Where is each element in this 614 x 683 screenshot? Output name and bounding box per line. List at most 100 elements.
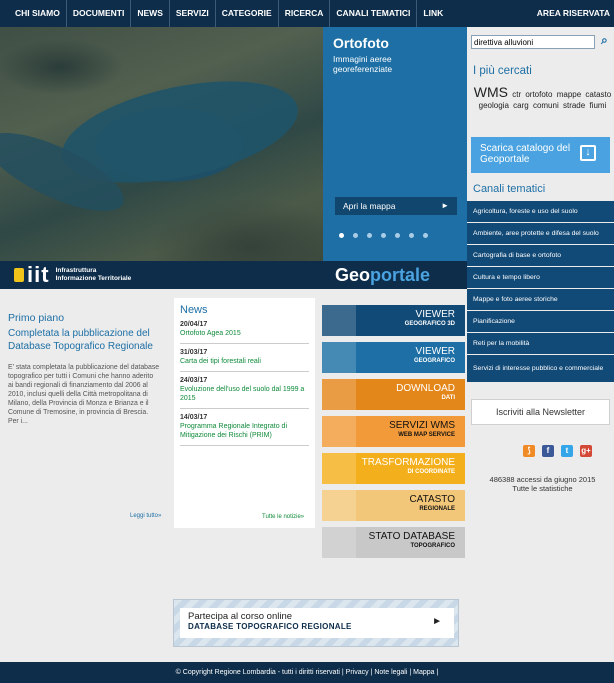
primo-piano-headline[interactable]: Completata la pubblicazione del Database… [8, 327, 170, 353]
channel-item[interactable]: Pianificazione [467, 311, 614, 333]
channel-item[interactable]: Servizi di interesse pubblico e commerci… [467, 355, 614, 383]
nav-ricerca[interactable]: RICERCA [279, 0, 331, 27]
cadastre-icon [322, 490, 356, 521]
top-navigation: CHI SIAMO DOCUMENTI NEWS SERVIZI CATEGOR… [0, 0, 614, 27]
tag-link[interactable]: carg [513, 101, 529, 110]
service-tile[interactable]: TRASFORMAZIONE DI COORDINATE [322, 453, 465, 484]
open-map-button[interactable]: Apri la mappa ► [335, 197, 457, 215]
viewer3d-icon [322, 305, 356, 336]
pin-icon [322, 416, 356, 447]
arrow-right-icon: ► [441, 201, 449, 210]
service-tile[interactable]: CATASTO REGIONALE [322, 490, 465, 521]
tag-link[interactable]: mappe [557, 90, 581, 99]
carousel-dot[interactable] [395, 233, 400, 238]
download-catalog-label: Scarica catalogo del Geoportale [480, 143, 571, 165]
tag-link[interactable]: ortofoto [525, 90, 552, 99]
tag-link[interactable]: catasto [585, 90, 611, 99]
news-link[interactable]: Ortofoto Agea 2015 [180, 329, 309, 338]
statistics-link[interactable]: Tutte le statistiche [471, 484, 614, 493]
channel-item[interactable]: Agricoltura, foreste e uso del suolo [467, 201, 614, 223]
thematic-channels-title: Canali tematici [473, 183, 546, 195]
download-tile-icon [322, 379, 356, 410]
carousel-dot[interactable] [353, 233, 358, 238]
news-date: 31/03/17 [180, 349, 208, 356]
nav-area-riservata[interactable]: AREA RISERVATA [537, 0, 614, 27]
carousel-dot[interactable] [423, 233, 428, 238]
page: CHI SIAMO DOCUMENTI NEWS SERVIZI CATEGOR… [0, 0, 614, 683]
news-item: 31/03/17 Carta dei tipi forestali reali [180, 344, 309, 372]
news-title: News [180, 304, 208, 316]
tag-link[interactable]: fiumi [589, 101, 606, 110]
service-tile[interactable]: SERVIZI WMS WEB MAP SERVICE [322, 416, 465, 447]
iit-caption: Infrastruttura Informazione Territoriale [56, 267, 132, 283]
service-tile[interactable]: STATO DATABASE TOPOGRAFICO [322, 527, 465, 558]
nav-canali-tematici[interactable]: CANALI TEMATICI [330, 0, 418, 27]
facebook-icon[interactable]: f [542, 445, 554, 457]
carousel-dot[interactable] [381, 233, 386, 238]
geoportale-logo[interactable]: Geoportale [323, 261, 467, 289]
footer-link-privacy[interactable]: Privacy [346, 669, 369, 676]
most-searched-title: I più cercati [473, 65, 532, 77]
news-date: 14/03/17 [180, 414, 208, 421]
carousel-dot[interactable] [367, 233, 372, 238]
news-date: 24/03/17 [180, 377, 208, 384]
nav-documenti[interactable]: DOCUMENTI [67, 0, 132, 27]
ortofoto-subtitle: Immagini aeree georeferenziate [333, 54, 393, 74]
nav-servizi[interactable]: SERVIZI [170, 0, 216, 27]
nav-categorie[interactable]: CATEGORIE [216, 0, 279, 27]
footer-link-mappa[interactable]: Mappa [413, 669, 434, 676]
thematic-channels-list: Agricoltura, foreste e uso del suolo Ambi… [467, 201, 614, 383]
geoportale-logo-b: portale [370, 265, 431, 285]
news-link[interactable]: Carta dei tipi forestali reali [180, 357, 309, 366]
tag-link[interactable]: geologia [479, 101, 509, 110]
search-input[interactable] [471, 35, 595, 49]
viewer-icon [322, 342, 356, 373]
tag-link[interactable]: WMS [474, 84, 508, 100]
news-link[interactable]: Evoluzione dell'uso del suolo dal 1999 a… [180, 385, 309, 403]
news-box: News 20/04/17 Ortofoto Agea 2015 31/03/17 C… [174, 298, 315, 528]
tag-link[interactable]: strade [563, 101, 585, 110]
banner-line1: Partecipa al corso online [188, 611, 293, 622]
tag-link[interactable]: comuni [533, 101, 559, 110]
access-count: 486388 accessi da giugno 2015 [489, 475, 596, 484]
channel-item[interactable]: Reti per la mobilità [467, 333, 614, 355]
download-catalog-button[interactable]: Scarica catalogo del Geoportale ↓ [471, 137, 610, 173]
hero-aerial-image[interactable] [0, 27, 323, 288]
carousel-dots [339, 233, 428, 238]
nav-link[interactable]: LINK [417, 0, 449, 27]
service-tile[interactable]: DOWNLOAD DATI [322, 379, 465, 410]
copyright-text: © Copyright Regione Lombardia - tutti i … [175, 669, 340, 676]
nav-news[interactable]: NEWS [131, 0, 170, 27]
channel-item[interactable]: Cartografia di base e ortofoto [467, 245, 614, 267]
newsletter-button[interactable]: Iscriviti alla Newsletter [471, 399, 610, 425]
carousel-dot[interactable] [339, 233, 344, 238]
iit-logo[interactable]: iit [14, 262, 50, 288]
channel-item[interactable]: Cultura e tempo libero [467, 267, 614, 289]
tag-link[interactable]: ctr [512, 90, 521, 99]
carousel-dot[interactable] [409, 233, 414, 238]
news-list: 20/04/17 Ortofoto Agea 2015 31/03/17 Carta … [180, 316, 309, 446]
access-counter: 486388 accessi da giugno 2015 Tutte le s… [471, 475, 614, 493]
search-icon[interactable]: ⌕ [601, 33, 608, 48]
twitter-icon[interactable]: t [561, 445, 573, 457]
ortofoto-panel: Ortofoto Immagini aeree georeferenziate … [323, 27, 467, 261]
iit-logo-mark [14, 268, 24, 282]
iit-caption-line2: Informazione Territoriale [55, 275, 132, 282]
footer-link-note-legali[interactable]: Note legali [374, 669, 407, 676]
all-news-link[interactable]: Tutte le notizie» [262, 514, 304, 520]
read-more-link[interactable]: Leggi tutto» [130, 513, 161, 519]
service-tile[interactable]: VIEWER GEOGRAFICO [322, 342, 465, 373]
nav-chi-siamo[interactable]: CHI SIAMO [9, 0, 67, 27]
news-link[interactable]: Programma Regionale Integrato di Mitigaz… [180, 422, 309, 440]
service-tile[interactable]: VIEWER GEOGRAFICO 3D [322, 305, 465, 336]
open-map-label: Apri la mappa [343, 201, 396, 211]
banner-line2: DATABASE TOPOGRAFICO REGIONALE [188, 622, 352, 631]
channel-item[interactable]: Ambiente, aree protette e difesa del suo… [467, 223, 614, 245]
banner-content: Partecipa al corso online DATABASE TOPOG… [180, 608, 454, 638]
online-course-banner[interactable]: Partecipa al corso online DATABASE TOPOG… [173, 599, 459, 647]
rss-icon[interactable]: ⟆ [523, 445, 535, 457]
channel-item[interactable]: Mappe e foto aeree storiche [467, 289, 614, 311]
footer: © Copyright Regione Lombardia - tutti i … [0, 662, 614, 683]
googleplus-icon[interactable]: g+ [580, 445, 592, 457]
right-sidebar: ⌕ I più cercati WMS ctr ortofoto mappe c… [467, 27, 614, 653]
